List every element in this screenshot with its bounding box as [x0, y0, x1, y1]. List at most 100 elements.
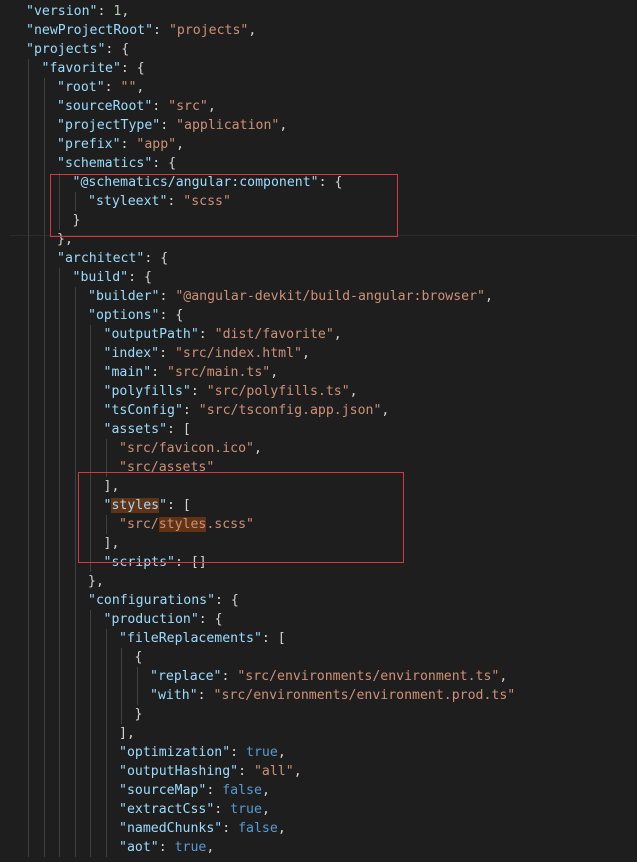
json-key: "production": [103, 612, 199, 627]
code-line[interactable]: "newProjectRoot": "projects",: [26, 21, 256, 40]
code-line[interactable]: "schematics": {: [57, 154, 176, 173]
json-key: "build": [72, 270, 129, 285]
json-string: "src/tsconfig.app.json": [198, 403, 382, 418]
json-key: "sourceMap": [119, 783, 207, 798]
json-key: "builder": [88, 289, 160, 304]
code-line[interactable]: "root": "",: [57, 78, 144, 97]
json-string: "src/main.ts": [167, 365, 271, 380]
json-punctuation: ,: [207, 99, 216, 114]
json-punctuation: :: [190, 384, 207, 399]
json-boolean: true: [230, 802, 262, 817]
json-key: "aot": [119, 840, 159, 855]
json-punctuation: ,: [302, 346, 310, 361]
json-punctuation: :: [206, 783, 223, 798]
json-key: "assets": [103, 422, 168, 437]
json-key: "with": [150, 688, 198, 703]
json-key: "favorite": [41, 61, 121, 76]
code-line[interactable]: "architect": {: [57, 249, 168, 268]
json-string: "app": [136, 137, 177, 152]
json-punctuation: :: [152, 99, 169, 114]
json-punctuation: : {: [128, 270, 152, 285]
json-key: "version": [26, 4, 98, 19]
json-string: "@angular-devkit/build-angular:browser": [175, 289, 486, 304]
code-line[interactable]: ],: [119, 724, 135, 743]
code-line[interactable]: "sourceMap": false,: [119, 781, 270, 800]
code-line[interactable]: "replace": "src/environments/environment…: [150, 667, 507, 686]
code-line[interactable]: "outputHashing": "all",: [119, 762, 302, 781]
code-line[interactable]: "main": "src/main.ts",: [104, 363, 279, 382]
json-string: "all": [253, 764, 294, 779]
json-string: "src": [168, 99, 208, 114]
code-line[interactable]: "with": "src/environments/environment.pr…: [150, 686, 515, 705]
json-punctuation: :: [197, 688, 214, 703]
json-punctuation: : {: [152, 156, 177, 171]
indent-guide: [43, 78, 45, 857]
code-line[interactable]: {: [135, 648, 143, 667]
code-line[interactable]: "fileReplacements": [: [119, 629, 286, 648]
code-line[interactable]: "prefix": "app",: [57, 135, 184, 154]
json-punctuation: : {: [198, 612, 223, 627]
json-key: "outputPath": [103, 327, 199, 342]
json-key: "replace": [150, 669, 222, 684]
code-line[interactable]: "configurations": {: [88, 591, 239, 610]
code-line[interactable]: "projects": {: [26, 40, 129, 59]
code-editor[interactable]: "version": 1, "newProjectRoot": "projects…: [0, 0, 637, 862]
json-punctuation: ],: [119, 726, 135, 741]
json-string: "src/environments/environment.prod.ts": [213, 688, 516, 703]
code-line[interactable]: "aot": true,: [119, 838, 214, 857]
json-string: "src/environments/environment.ts": [237, 669, 500, 684]
code-line[interactable]: "production": {: [104, 610, 223, 629]
json-punctuation: : [: [261, 631, 286, 646]
code-line[interactable]: "version": 1,: [26, 2, 129, 21]
json-key: "tsConfig": [103, 403, 183, 418]
styles-callout-box: [78, 472, 404, 563]
code-line[interactable]: "options": {: [88, 306, 183, 325]
code-line[interactable]: },: [88, 572, 104, 591]
json-punctuation: ,: [270, 365, 279, 380]
json-punctuation: ,: [279, 118, 288, 133]
code-line[interactable]: "tsConfig": "src/tsconfig.app.json",: [104, 401, 390, 420]
json-key: "projects": [26, 42, 106, 57]
json-punctuation: ,: [176, 137, 185, 152]
code-line[interactable]: "index": "src/index.html",: [104, 344, 310, 363]
json-punctuation: ,: [381, 403, 390, 418]
json-boolean: false: [222, 783, 262, 798]
json-key: "newProjectRoot": [26, 23, 154, 38]
code-line[interactable]: "polyfills": "src/polyfills.ts",: [104, 382, 358, 401]
indent-guide: [136, 667, 138, 705]
code-line[interactable]: "optimization": true,: [119, 743, 286, 762]
json-punctuation: : {: [144, 251, 169, 266]
schematics-callout-box: [50, 174, 398, 237]
json-punctuation: : {: [159, 308, 184, 323]
json-punctuation: {: [134, 650, 143, 665]
code-line[interactable]: "extractCss": true,: [119, 800, 270, 819]
json-string: "": [120, 80, 137, 95]
code-line[interactable]: }: [135, 705, 143, 724]
json-string: "application": [176, 118, 280, 133]
json-punctuation: :: [104, 80, 121, 95]
code-line[interactable]: "sourceRoot": "src",: [57, 97, 216, 116]
json-punctuation: :: [159, 346, 175, 361]
json-key: "architect": [57, 251, 145, 266]
indent-guide: [121, 648, 122, 724]
code-line[interactable]: "build": {: [73, 268, 152, 287]
json-punctuation: }: [134, 707, 143, 722]
code-line[interactable]: "src/favicon.ico",: [119, 439, 262, 458]
json-key: "outputHashing": [119, 764, 239, 779]
json-punctuation: : {: [105, 42, 130, 57]
json-punctuation: ,: [261, 802, 270, 817]
json-string: "src/index.html": [174, 346, 303, 361]
json-key: "prefix": [57, 137, 121, 152]
json-key: "optimization": [119, 745, 231, 760]
json-boolean: true: [174, 840, 207, 855]
code-line[interactable]: "favorite": {: [42, 59, 145, 78]
json-punctuation: ,: [253, 441, 262, 456]
json-punctuation: :: [214, 802, 231, 817]
code-line[interactable]: "namedChunks": false,: [119, 819, 286, 838]
json-string: "src/polyfills.ts": [206, 384, 350, 399]
json-boolean: false: [238, 821, 278, 836]
code-line[interactable]: "assets": [: [104, 420, 191, 439]
code-line[interactable]: "builder": "@angular-devkit/build-angula…: [88, 287, 493, 306]
code-line[interactable]: "outputPath": "dist/favorite",: [104, 325, 342, 344]
code-line[interactable]: "projectType": "application",: [57, 116, 287, 135]
